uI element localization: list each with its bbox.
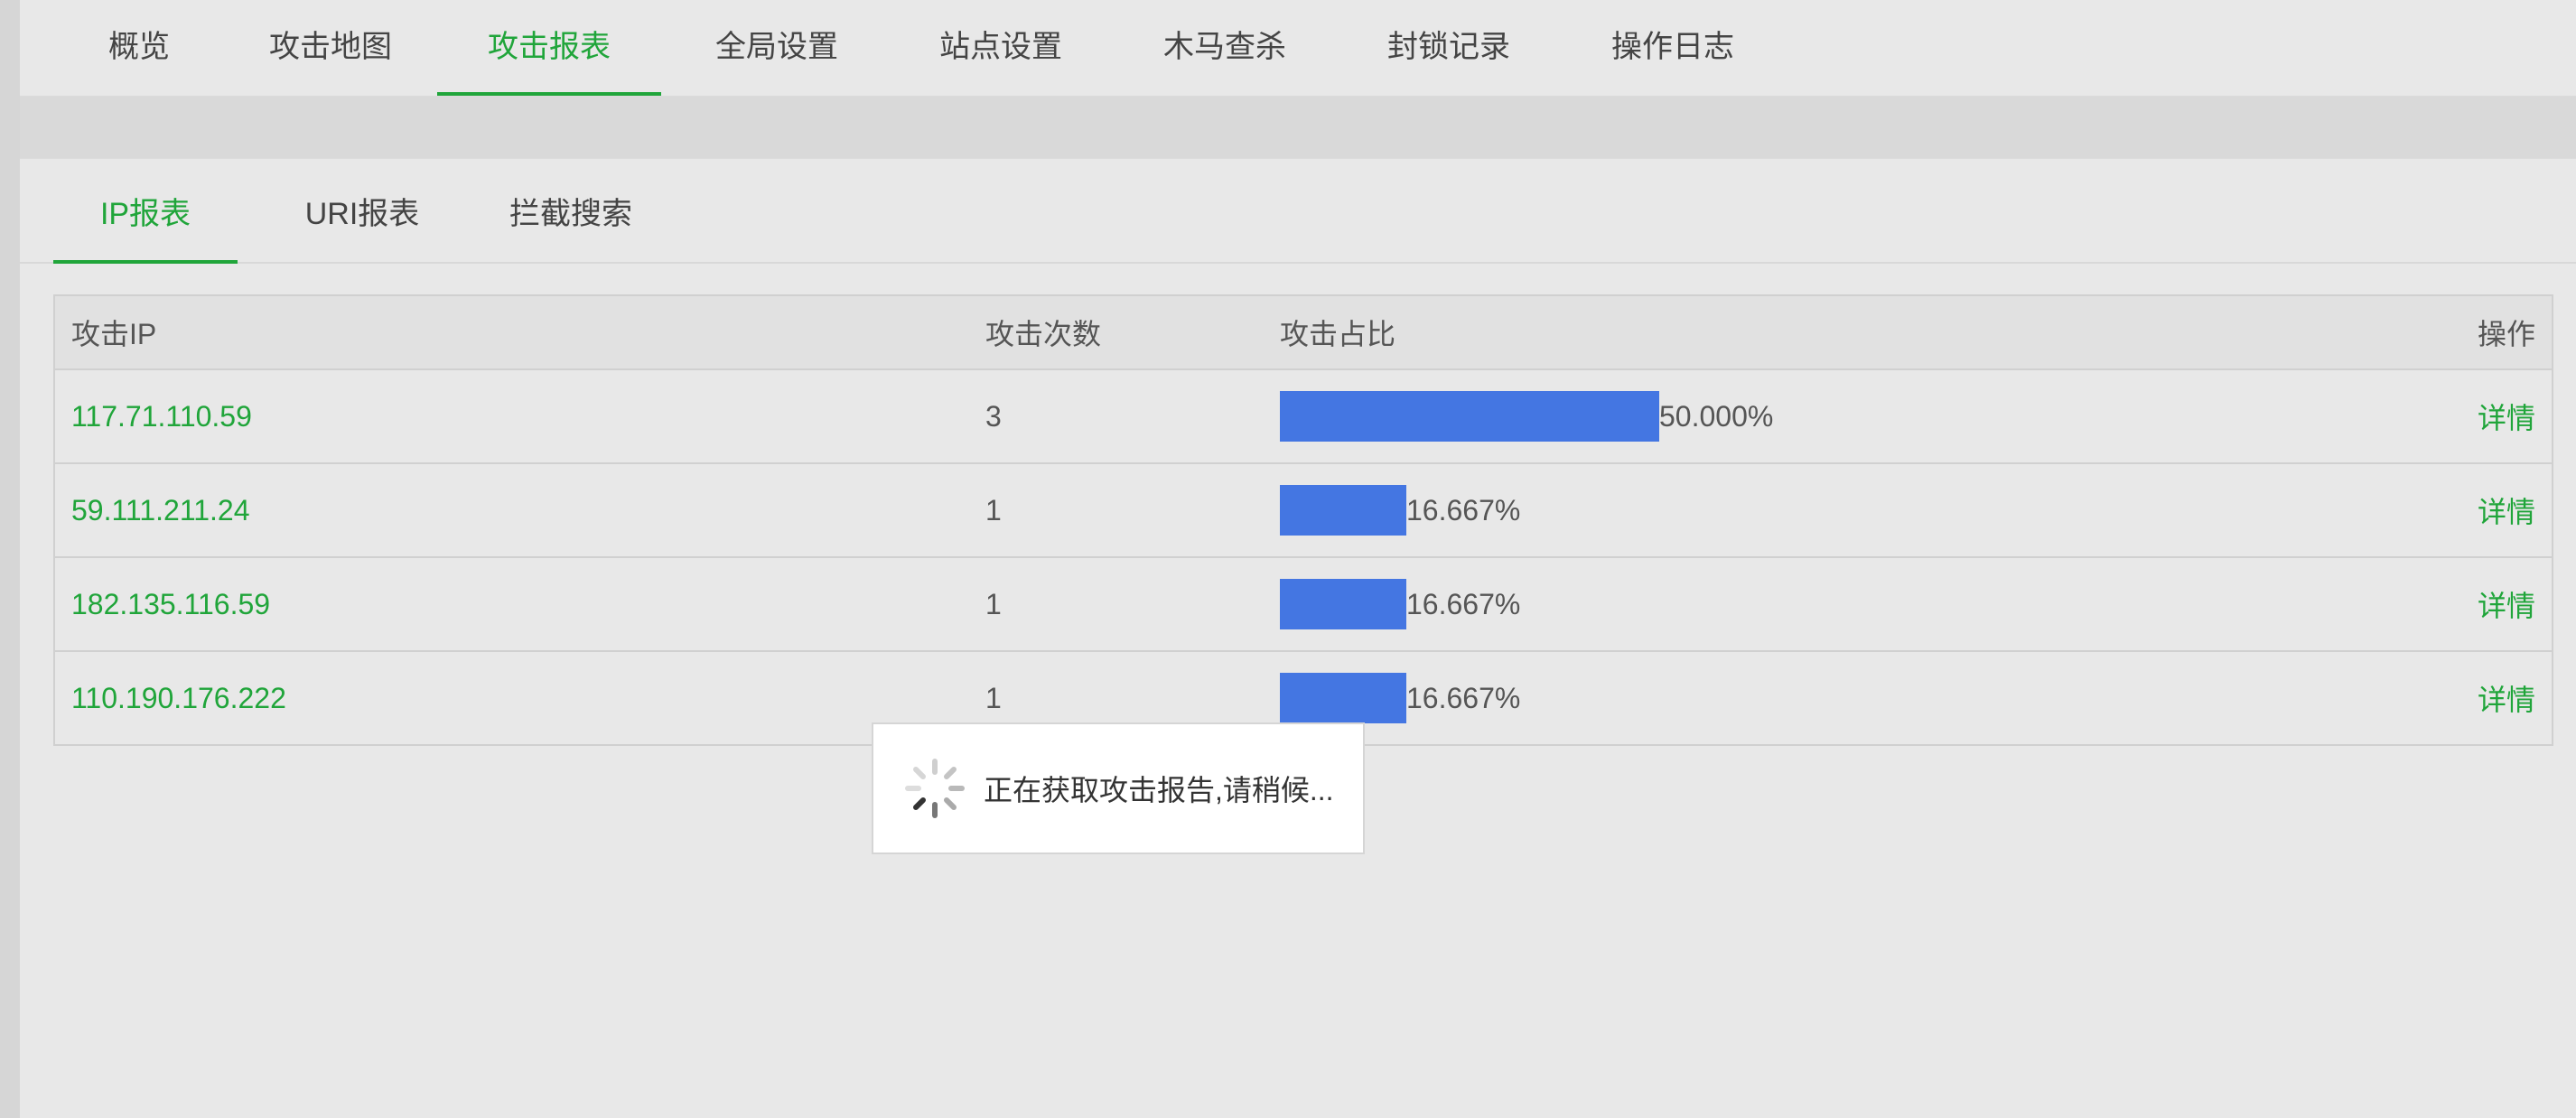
ratio-bar bbox=[1280, 673, 1406, 723]
detail-link[interactable]: 详情 bbox=[2478, 489, 2535, 531]
subtab-ip-report[interactable]: IP报表 bbox=[53, 159, 238, 264]
subtab-uri-report[interactable]: URI报表 bbox=[284, 159, 441, 262]
detail-link[interactable]: 详情 bbox=[2478, 677, 2535, 719]
tab-attack-map[interactable]: 攻击地图 bbox=[262, 0, 399, 96]
report-panel: IP报表 URI报表 拦截搜索 攻击IP 攻击次数 攻击占比 操作 117.71… bbox=[20, 159, 2576, 1118]
attack-count: 1 bbox=[985, 493, 1002, 526]
ratio-label: 16.667% bbox=[1406, 493, 1521, 526]
tab-attack-report[interactable]: 攻击报表 bbox=[437, 0, 661, 96]
tab-overview[interactable]: 概览 bbox=[101, 0, 177, 96]
left-edge-strip bbox=[0, 0, 20, 1118]
subtab-block-search[interactable]: 拦截搜索 bbox=[486, 159, 656, 262]
ratio-label: 16.667% bbox=[1406, 681, 1521, 714]
table-row: 59.111.211.24 1 16.667% 详情 bbox=[55, 462, 2552, 556]
ratio-bar bbox=[1280, 579, 1406, 629]
tab-site-settings[interactable]: 站点设置 bbox=[932, 0, 1069, 96]
header-attack-ratio: 攻击占比 bbox=[1280, 318, 1396, 350]
tab-block-records[interactable]: 封锁记录 bbox=[1380, 0, 1517, 96]
tab-trojan-scan[interactable]: 木马查杀 bbox=[1156, 0, 1293, 96]
attack-count: 1 bbox=[985, 587, 1002, 620]
report-subtabs: IP报表 URI报表 拦截搜索 bbox=[20, 159, 2576, 264]
spinner-icon bbox=[905, 759, 965, 818]
detail-link[interactable]: 详情 bbox=[2478, 396, 2535, 437]
header-attack-ip: 攻击IP bbox=[71, 318, 157, 350]
tab-operation-log[interactable]: 操作日志 bbox=[1604, 0, 1741, 96]
header-operation: 操作 bbox=[2477, 318, 2535, 350]
detail-link[interactable]: 详情 bbox=[2478, 583, 2535, 625]
ratio-bar bbox=[1280, 485, 1406, 536]
top-nav: 概览 攻击地图 攻击报表 全局设置 站点设置 木马查杀 封锁记录 操作日志 bbox=[20, 0, 2576, 97]
separator-band bbox=[20, 97, 2576, 158]
loading-dialog: 正在获取攻击报告,请稍候... bbox=[872, 722, 1365, 854]
attack-count: 3 bbox=[985, 399, 1002, 433]
table-header-row: 攻击IP 攻击次数 攻击占比 操作 bbox=[55, 296, 2552, 368]
ratio-label: 16.667% bbox=[1406, 587, 1521, 620]
loading-text: 正在获取攻击报告,请稍候... bbox=[984, 774, 1334, 806]
ip-link[interactable]: 59.111.211.24 bbox=[71, 494, 250, 527]
ip-link[interactable]: 110.190.176.222 bbox=[71, 682, 286, 715]
header-attack-count: 攻击次数 bbox=[985, 318, 1102, 350]
ip-link[interactable]: 182.135.116.59 bbox=[71, 588, 270, 621]
tab-global-settings[interactable]: 全局设置 bbox=[708, 0, 845, 96]
table-row: 117.71.110.59 3 50.000% 详情 bbox=[55, 368, 2552, 462]
ip-report-table: 攻击IP 攻击次数 攻击占比 操作 117.71.110.59 3 50.000… bbox=[53, 294, 2553, 746]
ratio-bar bbox=[1280, 391, 1659, 442]
table-row: 182.135.116.59 1 16.667% 详情 bbox=[55, 556, 2552, 650]
ratio-label: 50.000% bbox=[1659, 399, 1774, 433]
ip-link[interactable]: 117.71.110.59 bbox=[71, 400, 252, 433]
